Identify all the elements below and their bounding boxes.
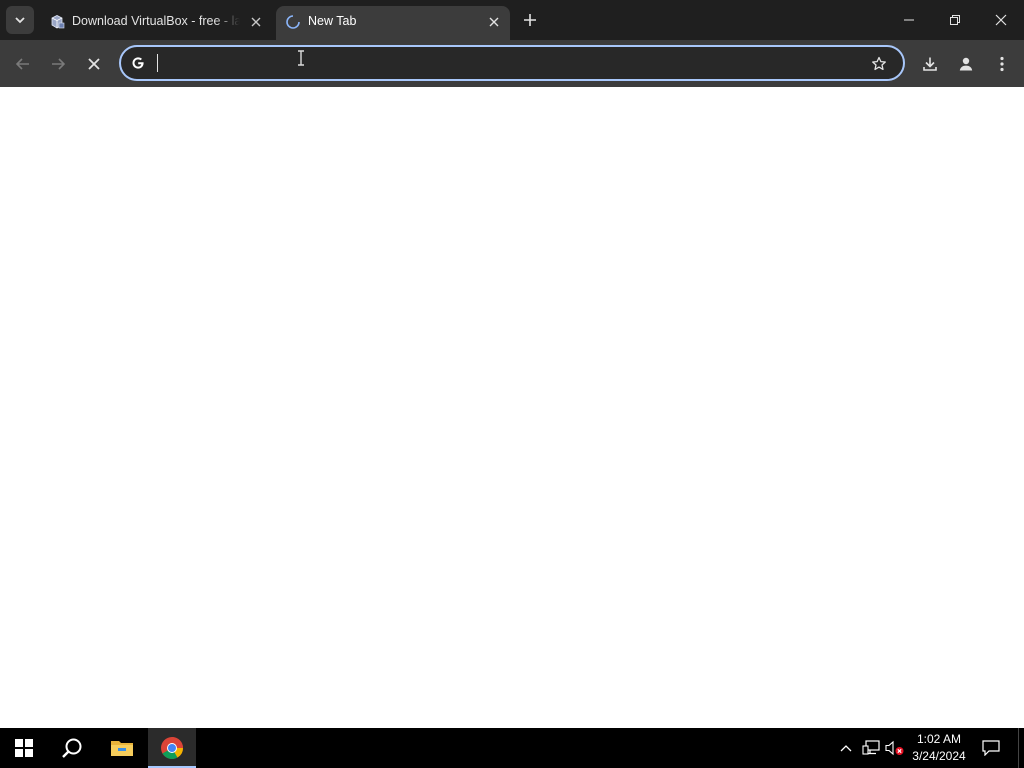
stop-icon: [88, 58, 100, 70]
close-tab-icon[interactable]: [484, 12, 504, 32]
chevron-up-icon[interactable]: [836, 738, 856, 758]
volume-muted-icon[interactable]: [885, 738, 905, 758]
file-explorer-button[interactable]: [98, 728, 146, 768]
text-cursor-icon: [298, 50, 304, 66]
stop-loading-button[interactable]: [79, 49, 109, 79]
address-bar[interactable]: [119, 45, 905, 81]
profile-button[interactable]: [951, 49, 981, 79]
clock-date: 3/24/2024: [912, 749, 966, 763]
close-icon: [995, 14, 1007, 26]
close-tab-icon[interactable]: [246, 12, 266, 32]
page-content[interactable]: [0, 87, 1024, 728]
google-icon: [129, 54, 147, 72]
plus-icon: [524, 14, 536, 26]
arrow-right-icon: [52, 58, 66, 70]
tab-title: Download VirtualBox - free - lat: [72, 14, 240, 28]
chrome-icon: [161, 737, 183, 759]
kebab-menu-icon: [1000, 56, 1004, 72]
address-input[interactable]: [155, 52, 855, 74]
download-icon: [923, 57, 937, 71]
virtualbox-icon: [48, 13, 66, 31]
tab-search-button[interactable]: [6, 6, 34, 34]
taskbar: 1:02 AM 3/24/2024: [0, 728, 1024, 768]
profile-icon: [959, 57, 973, 71]
restore-button[interactable]: [932, 0, 978, 40]
chevron-down-icon: [15, 17, 25, 24]
minimize-icon: [904, 19, 914, 21]
restore-icon: [950, 15, 960, 25]
back-button[interactable]: [8, 49, 38, 79]
downloads-button[interactable]: [915, 49, 945, 79]
tab-strip: Download VirtualBox - free - lat New Tab: [0, 0, 1024, 40]
action-center-button[interactable]: [980, 738, 1002, 758]
loading-spinner-icon: [284, 13, 302, 31]
system-clock[interactable]: 1:02 AM 3/24/2024: [904, 731, 974, 765]
start-button[interactable]: [0, 728, 48, 768]
close-window-button[interactable]: [978, 0, 1024, 40]
show-desktop-button[interactable]: [1018, 728, 1024, 768]
clock-time: 1:02 AM: [916, 732, 962, 746]
taskbar-search-button[interactable]: [48, 728, 96, 768]
start-icon: [15, 739, 33, 757]
search-icon: [62, 738, 82, 758]
tab-new-tab[interactable]: New Tab: [276, 6, 510, 40]
new-tab-button[interactable]: [518, 8, 542, 32]
browser-toolbar: [0, 40, 1024, 87]
menu-button[interactable]: [987, 49, 1017, 79]
arrow-left-icon: [15, 58, 29, 70]
bookmark-star-icon[interactable]: [867, 52, 891, 76]
text-caret: [157, 54, 158, 72]
tab-virtualbox[interactable]: Download VirtualBox - free - lat: [40, 6, 272, 40]
chrome-taskbar-button[interactable]: [148, 728, 196, 768]
minimize-button[interactable]: [886, 0, 932, 40]
tab-title: New Tab: [308, 14, 357, 28]
forward-button[interactable]: [43, 49, 73, 79]
network-icon[interactable]: [861, 738, 881, 758]
notification-icon: [982, 740, 1000, 756]
file-explorer-icon: [111, 741, 133, 756]
